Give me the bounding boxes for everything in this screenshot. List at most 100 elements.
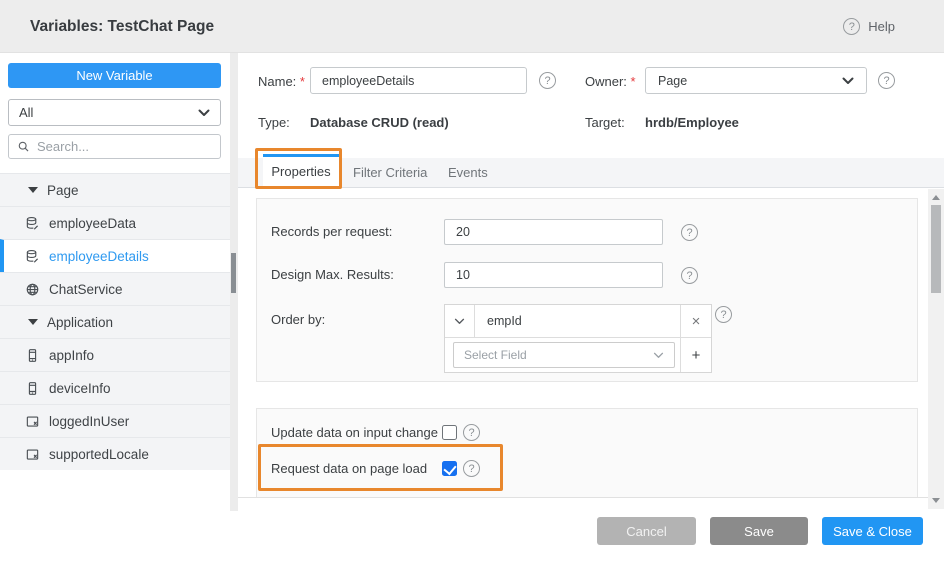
- variables-sidebar: New Variable All Page employeeData: [0, 53, 230, 565]
- device-icon: [25, 381, 40, 396]
- help-icon[interactable]: ?: [878, 72, 895, 89]
- tab-filter-criteria[interactable]: Filter Criteria: [353, 158, 427, 188]
- properties-panel: Records per request: ? Design Max. Resul…: [238, 189, 928, 497]
- help-icon[interactable]: ?: [539, 72, 556, 89]
- database-icon: [25, 249, 40, 264]
- variable-filter-select[interactable]: All: [8, 99, 221, 126]
- globe-icon: [25, 282, 40, 297]
- owner-select[interactable]: Page: [645, 67, 867, 94]
- chevron-down-icon: [454, 318, 465, 325]
- page-title: Variables: TestChat Page: [30, 0, 214, 53]
- design-max-results-input[interactable]: [444, 262, 663, 288]
- triangle-down-icon: [28, 319, 38, 325]
- scroll-up-arrow-icon[interactable]: [932, 195, 940, 200]
- type-value: Database CRUD (read): [310, 115, 449, 130]
- variable-label: deviceInfo: [49, 381, 111, 396]
- variable-filter-value: All: [19, 105, 33, 120]
- sidebar-item-chatservice[interactable]: ChatService: [0, 272, 230, 305]
- group-label: Page: [47, 183, 79, 198]
- update-on-input-checkbox[interactable]: [442, 425, 457, 440]
- dialog-header: Variables: TestChat Page ? Help: [0, 0, 944, 53]
- chevron-down-icon: [198, 109, 210, 117]
- variable-search-box: [8, 134, 221, 159]
- tab-bar: Properties Filter Criteria Events: [238, 158, 944, 188]
- chevron-down-icon: [842, 77, 854, 85]
- sidebar-item-loggedinuser[interactable]: loggedInUser: [0, 404, 230, 437]
- order-by-expand-button[interactable]: [445, 305, 475, 337]
- order-by-label: Order by:: [271, 312, 325, 327]
- tab-properties[interactable]: Properties: [263, 154, 339, 188]
- target-label: Target:: [585, 115, 625, 130]
- name-label: Name: *: [258, 68, 305, 95]
- sidebar-group-application[interactable]: Application: [0, 305, 230, 338]
- order-by-control: empId Select Field ×: [444, 304, 712, 373]
- remove-order-by-button[interactable]: ×: [681, 305, 711, 338]
- request-on-load-label: Request data on page load: [271, 461, 427, 476]
- help-icon: ?: [843, 18, 860, 35]
- behavior-settings-card: Update data on input change ? Request da…: [256, 408, 918, 497]
- close-icon: ×: [692, 313, 701, 330]
- variable-box-icon: [25, 447, 40, 462]
- sidebar-item-deviceinfo[interactable]: deviceInfo: [0, 371, 230, 404]
- request-on-load-checkbox[interactable]: [442, 461, 457, 476]
- help-icon[interactable]: ?: [463, 460, 480, 477]
- owner-label-text: Owner:: [585, 74, 627, 89]
- save-and-close-button[interactable]: Save & Close: [822, 517, 923, 545]
- order-by-value: empId: [475, 314, 522, 328]
- required-marker: *: [631, 74, 636, 89]
- main-scrollbar-thumb[interactable]: [931, 205, 941, 293]
- main-scrollbar[interactable]: [928, 189, 944, 509]
- search-icon: [17, 140, 30, 153]
- type-label: Type:: [258, 115, 290, 130]
- records-per-request-input[interactable]: [444, 219, 663, 245]
- sidebar-item-appinfo[interactable]: appInfo: [0, 338, 230, 371]
- target-value: hrdb/Employee: [645, 115, 739, 130]
- help-icon[interactable]: ?: [715, 306, 732, 323]
- variable-label: supportedLocale: [49, 447, 149, 462]
- variables-dialog: Variables: TestChat Page ? Help New Vari…: [0, 0, 944, 565]
- sidebar-item-supportedlocale[interactable]: supportedLocale: [0, 437, 230, 470]
- group-label: Application: [47, 315, 113, 330]
- variable-label: loggedInUser: [49, 414, 129, 429]
- order-by-field-select[interactable]: Select Field: [453, 342, 675, 368]
- update-on-input-label: Update data on input change: [271, 425, 438, 440]
- request-settings-card: Records per request: ? Design Max. Resul…: [256, 198, 918, 382]
- variable-label: employeeDetails: [49, 249, 149, 264]
- required-marker: *: [300, 74, 305, 89]
- owner-label: Owner: *: [585, 68, 636, 95]
- sidebar-item-employeedata[interactable]: employeeData: [0, 206, 230, 239]
- triangle-down-icon: [28, 187, 38, 193]
- device-icon: [25, 348, 40, 363]
- sidebar-group-page[interactable]: Page: [0, 173, 230, 206]
- chevron-down-icon: [653, 352, 664, 359]
- variable-detail-panel: Name: * ? Owner: * Page ? Type: Database…: [238, 53, 944, 565]
- name-input[interactable]: [310, 67, 527, 94]
- add-order-by-button[interactable]: +: [681, 338, 711, 372]
- panel-divider: [238, 497, 928, 498]
- records-per-request-label: Records per request:: [271, 224, 392, 239]
- database-icon: [25, 216, 40, 231]
- sidebar-item-employeedetails[interactable]: employeeDetails: [0, 239, 230, 272]
- sidebar-scrollbar-thumb[interactable]: [231, 253, 236, 293]
- help-button[interactable]: ? Help: [843, 0, 895, 53]
- cancel-button[interactable]: Cancel: [597, 517, 696, 545]
- help-label: Help: [868, 19, 895, 34]
- design-max-results-label: Design Max. Results:: [271, 267, 394, 282]
- save-button[interactable]: Save: [710, 517, 808, 545]
- search-input[interactable]: [37, 139, 213, 154]
- help-icon[interactable]: ?: [681, 267, 698, 284]
- tab-events[interactable]: Events: [448, 158, 488, 188]
- variable-box-icon: [25, 414, 40, 429]
- name-label-text: Name:: [258, 74, 296, 89]
- variable-label: employeeData: [49, 216, 136, 231]
- select-field-placeholder: Select Field: [464, 348, 527, 362]
- variable-label: appInfo: [49, 348, 94, 363]
- plus-icon: +: [692, 347, 701, 364]
- scroll-down-arrow-icon[interactable]: [932, 498, 940, 503]
- help-icon[interactable]: ?: [681, 224, 698, 241]
- help-icon[interactable]: ?: [463, 424, 480, 441]
- new-variable-button[interactable]: New Variable: [8, 63, 221, 88]
- owner-select-value: Page: [658, 74, 687, 88]
- variable-list: Page employeeData employeeDetails ChatSe…: [0, 173, 230, 470]
- variable-label: ChatService: [49, 282, 123, 297]
